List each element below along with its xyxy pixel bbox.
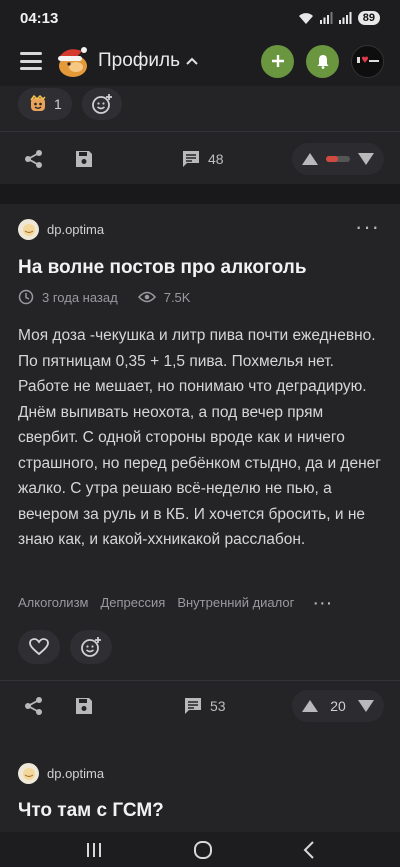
post-actions: 53 20	[0, 681, 400, 731]
comments-button[interactable]: 48	[182, 150, 224, 168]
comments-count: 48	[208, 151, 224, 167]
clock-icon	[18, 289, 34, 305]
more-options-icon[interactable]: ···	[355, 216, 380, 238]
comment-icon	[185, 698, 201, 714]
rating-count: 20	[330, 698, 346, 714]
back-icon[interactable]	[303, 840, 315, 859]
previous-post-card: 1 48	[0, 86, 400, 184]
downvote-icon[interactable]	[358, 153, 374, 165]
post-title[interactable]: На волне постов про алкоголь	[18, 257, 307, 279]
more-tags-icon[interactable]: ···	[312, 593, 332, 613]
post-author[interactable]: dp.optima	[18, 219, 104, 240]
post-meta: 3 года назад 7.5K	[18, 289, 190, 305]
tag-alcoholism[interactable]: Алкоголизм	[18, 595, 88, 610]
reaction-pill[interactable]: 1	[18, 88, 72, 120]
status-bar: 04:13 89	[0, 0, 400, 36]
heart-icon	[29, 638, 49, 656]
author-avatar-icon	[22, 223, 35, 236]
next-post-author[interactable]: dp.optima	[18, 763, 104, 784]
reaction-emoji-icon	[30, 94, 46, 111]
post-tags: Алкоголизм Депрессия Внутренний диалог ·…	[18, 593, 332, 613]
comments-count: 53	[210, 698, 226, 714]
author-name[interactable]: dp.optima	[47, 222, 104, 237]
add-reaction-button[interactable]	[81, 88, 122, 120]
comments-button[interactable]: 53	[184, 697, 226, 715]
status-indicators: 89	[298, 11, 380, 25]
author-avatar[interactable]	[18, 763, 39, 784]
post-body: Моя доза -чекушка и литр пива почти ежед…	[18, 327, 381, 548]
reaction-count: 1	[54, 96, 62, 112]
home-icon[interactable]	[193, 840, 213, 860]
share-button[interactable]	[22, 147, 46, 171]
eye-icon	[137, 291, 156, 303]
plus-icon	[271, 55, 284, 67]
author-name[interactable]: dp.optima	[47, 766, 104, 781]
heart-logo-icon	[356, 56, 379, 63]
next-post-card: dp.optima Что там с ГСМ?	[0, 748, 400, 832]
share-icon	[25, 150, 42, 168]
feed[interactable]: 1 48 dp.optima ··· На волне постов про а…	[0, 86, 400, 832]
downvote-icon[interactable]	[357, 700, 374, 712]
post-time: 3 года назад	[42, 289, 118, 305]
status-time: 04:13	[20, 9, 59, 27]
rating-bar-icon	[326, 156, 350, 162]
chevron-up-icon[interactable]	[186, 57, 198, 65]
comment-icon	[183, 151, 199, 167]
smile-plus-icon	[91, 94, 112, 114]
previous-post-actions: 48	[0, 134, 400, 184]
pikabu-logo[interactable]	[52, 41, 92, 81]
rating-widget: 20	[292, 690, 384, 722]
app-header: Профиль	[0, 36, 400, 86]
page-title[interactable]: Профиль	[98, 50, 180, 72]
author-avatar-icon	[22, 767, 35, 780]
recent-apps-icon[interactable]	[85, 842, 103, 858]
save-icon	[76, 698, 92, 714]
user-avatar[interactable]	[351, 44, 384, 78]
save-icon	[76, 151, 92, 167]
signal-icon-2	[338, 12, 352, 24]
system-nav-bar	[0, 832, 400, 867]
menu-icon[interactable]	[20, 52, 42, 70]
add-reaction-button[interactable]	[70, 630, 112, 664]
battery-indicator: 89	[357, 11, 380, 25]
post-card: dp.optima ··· На волне постов про алкого…	[0, 204, 400, 812]
post-views: 7.5K	[163, 289, 191, 305]
like-button[interactable]	[18, 630, 60, 664]
notifications-button[interactable]	[306, 44, 339, 78]
santa-logo-icon	[58, 47, 87, 77]
signal-icon	[319, 12, 333, 24]
author-avatar[interactable]	[18, 219, 39, 240]
smile-plus-icon	[81, 637, 101, 657]
divider	[0, 131, 400, 132]
upvote-icon[interactable]	[302, 153, 318, 165]
wifi-icon	[298, 12, 313, 24]
tag-inner-dialog[interactable]: Внутренний диалог	[177, 595, 294, 610]
upvote-icon[interactable]	[302, 700, 318, 712]
rating-widget	[292, 143, 384, 175]
tag-depression[interactable]: Депрессия	[100, 595, 165, 610]
add-post-button[interactable]	[261, 44, 294, 78]
save-button[interactable]	[72, 694, 96, 718]
save-button[interactable]	[72, 147, 96, 171]
next-post-title[interactable]: Что там с ГСМ?	[18, 800, 164, 822]
bell-icon	[317, 54, 328, 69]
share-button[interactable]	[22, 694, 46, 718]
share-icon	[25, 697, 42, 715]
